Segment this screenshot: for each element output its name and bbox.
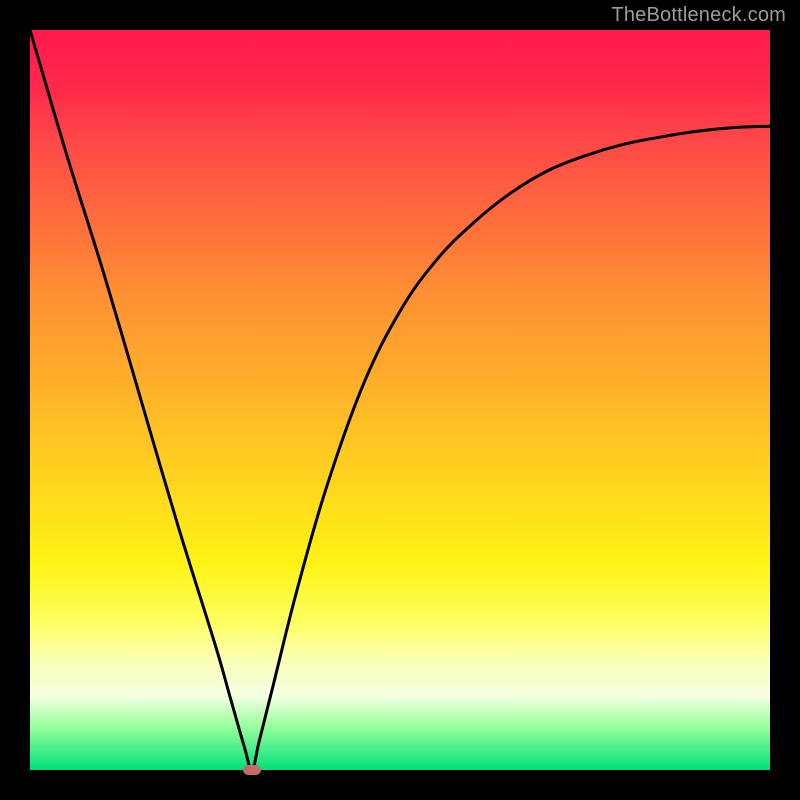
minimum-marker	[243, 765, 261, 775]
bottleneck-curve	[30, 30, 770, 770]
chart-frame: TheBottleneck.com	[0, 0, 800, 800]
plot-area	[30, 30, 770, 770]
curve-path	[30, 30, 770, 770]
watermark-text: TheBottleneck.com	[611, 4, 786, 27]
